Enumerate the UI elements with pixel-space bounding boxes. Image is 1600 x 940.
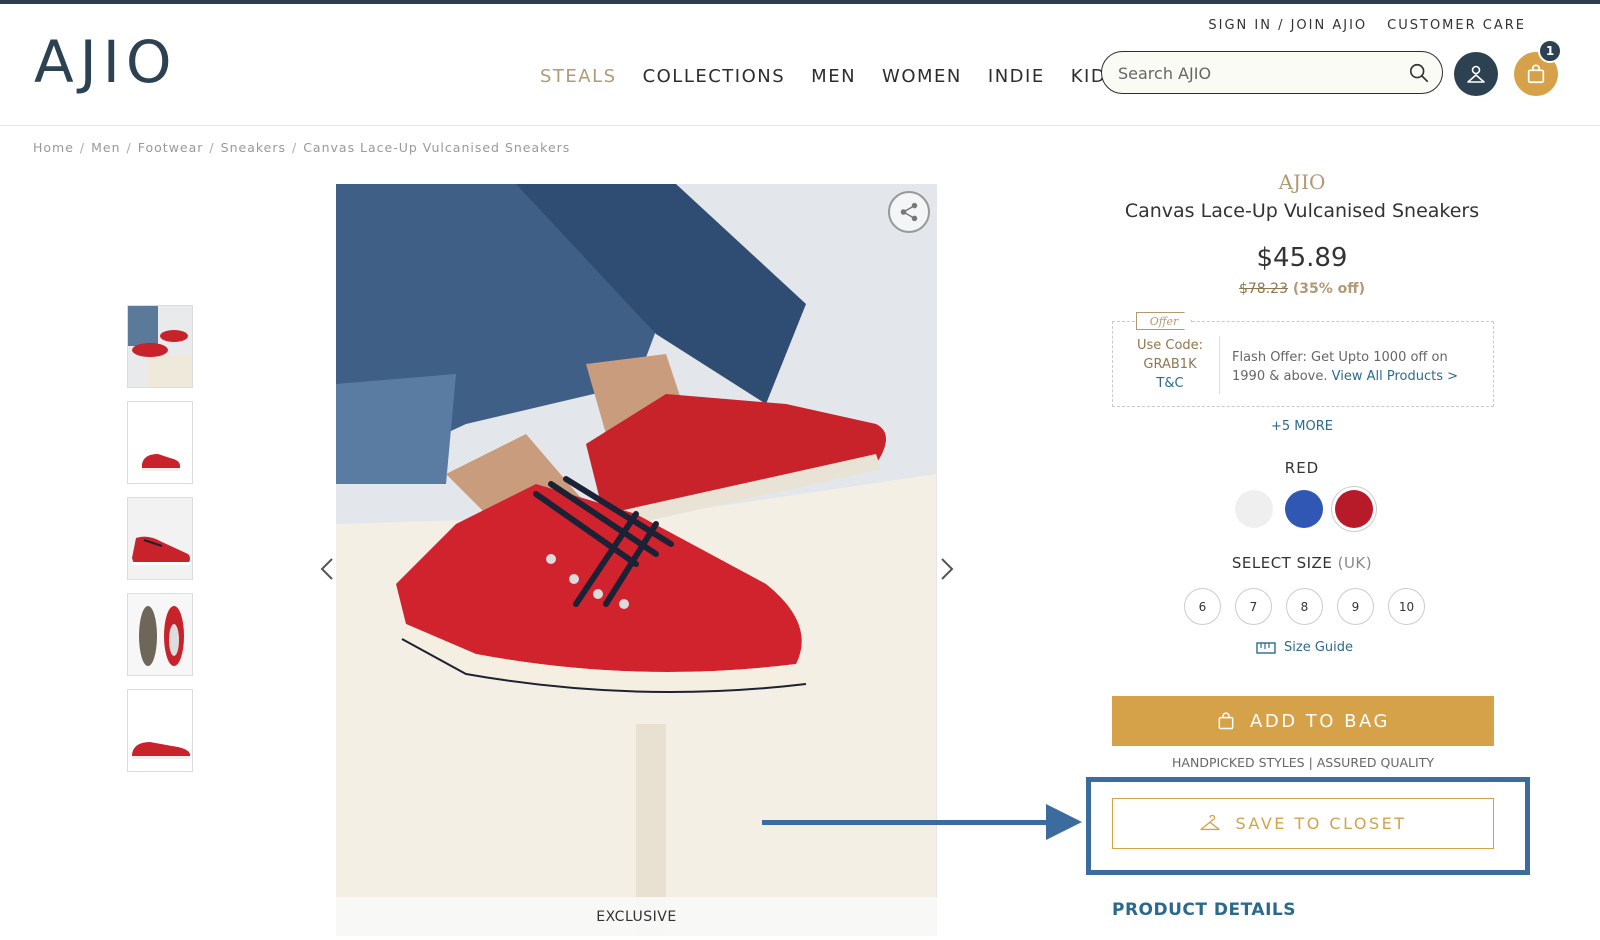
- size-option-10[interactable]: 10: [1388, 588, 1425, 625]
- size-unit: (UK): [1337, 554, 1373, 572]
- thumbnail-strip: [127, 305, 193, 772]
- thumbnail-4[interactable]: [127, 593, 193, 676]
- annotation-arrow-head: [1046, 804, 1082, 840]
- add-to-bag-label: ADD TO BAG: [1250, 710, 1390, 732]
- breadcrumb-men[interactable]: Men: [91, 140, 120, 155]
- offer-tag: Offer: [1136, 312, 1192, 330]
- selected-color-label: RED: [1284, 459, 1320, 477]
- cart-count-badge: 1: [1538, 39, 1562, 63]
- nav-men[interactable]: MEN: [811, 66, 856, 87]
- offer-code: Use Code: GRAB1K T&C: [1126, 336, 1214, 393]
- add-to-bag-button[interactable]: ADD TO BAG: [1112, 696, 1494, 746]
- offer-description: Flash Offer: Get Upto 1000 off on 1990 &…: [1232, 348, 1482, 386]
- size-options: 6 7 8 9 10: [1184, 588, 1425, 625]
- chevron-right-icon[interactable]: [938, 556, 956, 582]
- size-option-7[interactable]: 7: [1235, 588, 1272, 625]
- size-label-text: SELECT SIZE: [1231, 554, 1333, 572]
- user-account-button[interactable]: [1454, 52, 1498, 96]
- product-price: $45.89: [1256, 243, 1348, 273]
- size-guide-label: Size Guide: [1284, 640, 1353, 655]
- product-details-heading[interactable]: PRODUCT DETAILS: [1112, 900, 1296, 920]
- discount-percent: (35% off): [1292, 281, 1365, 297]
- breadcrumb: Home / Men / Footwear / Sneakers / Canvas La…: [33, 140, 571, 155]
- nav-indie[interactable]: INDIE: [988, 66, 1045, 87]
- top-links: SIGN IN / JOIN AJIO CUSTOMER CARE: [1208, 18, 1526, 33]
- search-box: [1101, 51, 1443, 94]
- nav-collections[interactable]: COLLECTIONS: [643, 66, 786, 87]
- color-swatch-blue[interactable]: [1285, 490, 1323, 528]
- main-nav: STEALS COLLECTIONS MEN WOMEN INDIE KIDS: [540, 66, 1119, 87]
- size-option-6[interactable]: 6: [1184, 588, 1221, 625]
- size-guide-link[interactable]: Size Guide: [1256, 640, 1353, 655]
- search-input[interactable]: [1118, 61, 1398, 85]
- search-icon[interactable]: [1408, 62, 1430, 84]
- thumbnail-1[interactable]: [127, 305, 193, 388]
- product-brand[interactable]: AJIO: [1112, 170, 1492, 194]
- breadcrumb-home[interactable]: Home: [33, 140, 74, 155]
- shopping-bag-icon: [1527, 64, 1545, 84]
- color-swatch-red[interactable]: [1335, 490, 1373, 528]
- quality-tagline: HANDPICKED STYLES | ASSURED QUALITY: [1172, 755, 1434, 770]
- original-price: $78.23: [1238, 281, 1288, 297]
- breadcrumb-footwear[interactable]: Footwear: [138, 140, 204, 155]
- color-swatch-white[interactable]: [1235, 490, 1273, 528]
- size-option-9[interactable]: 9: [1337, 588, 1374, 625]
- more-offers-link[interactable]: +5 MORE: [1112, 419, 1492, 434]
- terms-link[interactable]: T&C: [1126, 374, 1214, 393]
- site-header: AJIO SIGN IN / JOIN AJIO CUSTOMER CARE S…: [0, 4, 1600, 126]
- thumbnail-2[interactable]: [127, 401, 193, 484]
- thumbnail-3[interactable]: [127, 497, 193, 580]
- nav-steals[interactable]: STEALS: [540, 66, 617, 87]
- offer-divider: [1219, 336, 1220, 394]
- breadcrumb-current: Canvas Lace-Up Vulcanised Sneakers: [303, 140, 571, 155]
- size-option-8[interactable]: 8: [1286, 588, 1323, 625]
- save-to-closet-label: SAVE TO CLOSET: [1235, 814, 1407, 833]
- ajio-logo[interactable]: AJIO: [34, 32, 178, 92]
- share-icon: [900, 202, 918, 222]
- share-button[interactable]: [888, 191, 930, 233]
- view-all-products-link[interactable]: View All Products >: [1332, 369, 1458, 384]
- thumbnail-5[interactable]: [127, 689, 193, 772]
- product-name: Canvas Lace-Up Vulcanised Sneakers: [1124, 200, 1480, 222]
- breadcrumb-sneakers[interactable]: Sneakers: [221, 140, 286, 155]
- exclusive-badge: EXCLUSIVE: [336, 897, 937, 936]
- ruler-icon: [1256, 641, 1276, 654]
- sign-in-link[interactable]: SIGN IN / JOIN AJIO: [1208, 18, 1367, 33]
- chevron-left-icon[interactable]: [318, 556, 336, 582]
- customer-care-link[interactable]: CUSTOMER CARE: [1387, 18, 1526, 33]
- nav-women[interactable]: WOMEN: [882, 66, 962, 87]
- coupon-code: GRAB1K: [1143, 357, 1197, 372]
- hanger-icon: [1200, 814, 1221, 830]
- use-code-label: Use Code:: [1136, 338, 1204, 353]
- user-icon: [1467, 65, 1485, 83]
- product-mrp: $78.23 (35% off): [1112, 281, 1492, 297]
- annotation-arrow-line: [762, 820, 1052, 825]
- shopping-bag-icon: [1218, 712, 1234, 730]
- save-to-closet-button[interactable]: SAVE TO CLOSET: [1112, 798, 1494, 849]
- select-size-label: SELECT SIZE (UK): [1112, 554, 1492, 572]
